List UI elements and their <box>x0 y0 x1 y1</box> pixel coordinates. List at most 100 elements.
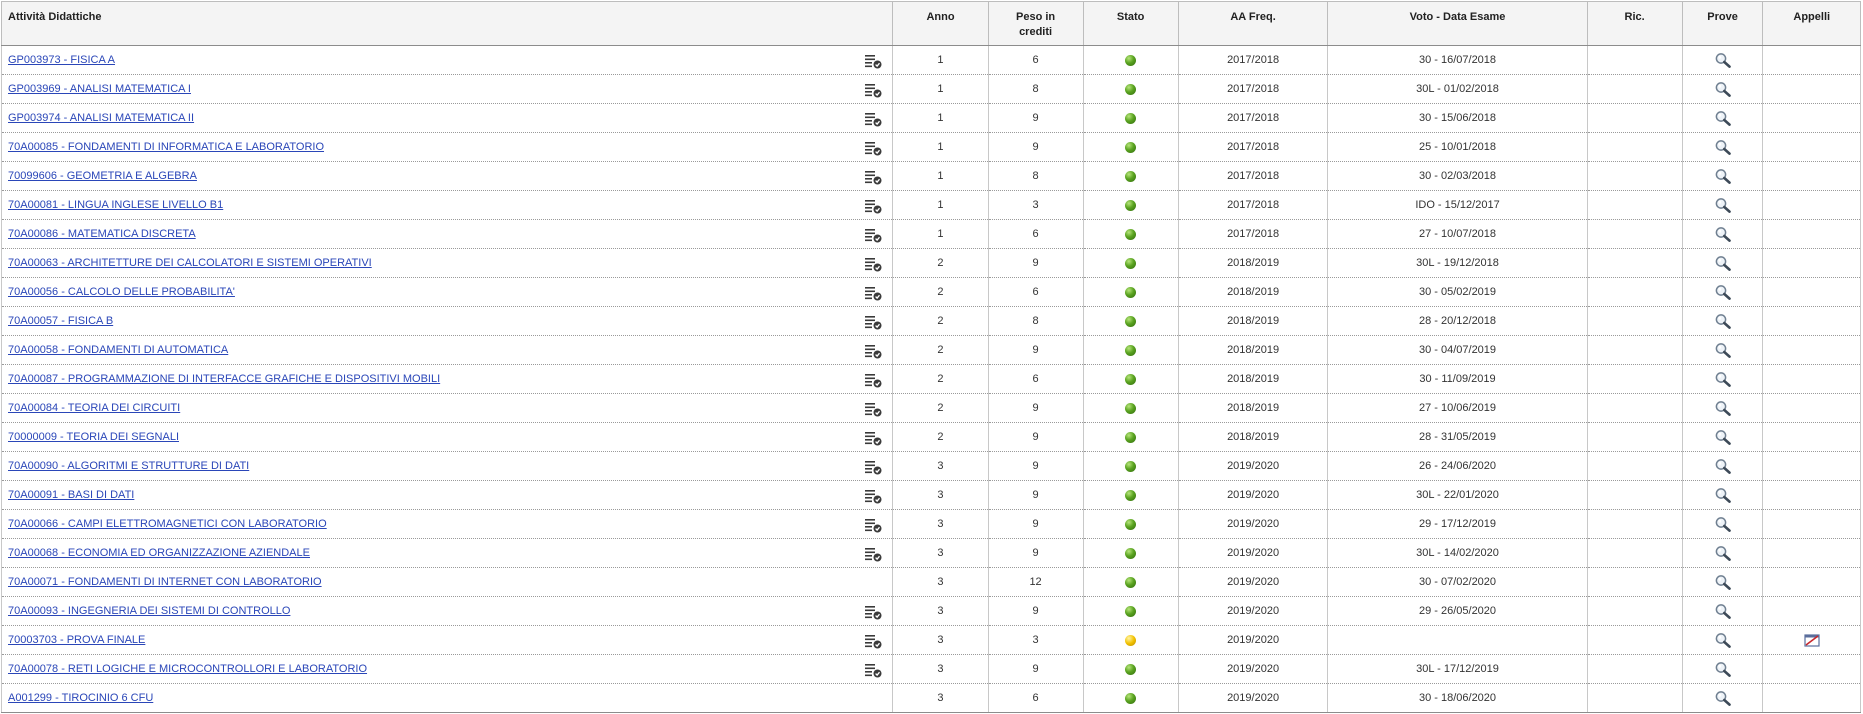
magnifier-icon[interactable] <box>1714 81 1732 97</box>
course-link[interactable]: 70A00086 - MATEMATICA DISCRETA <box>8 228 196 240</box>
status-green-dot-icon <box>1125 83 1137 95</box>
list-check-icon[interactable] <box>864 662 882 678</box>
cell-crediti: 9 <box>987 248 1084 278</box>
course-link[interactable]: 70A00091 - BASI DI DATI <box>8 489 134 501</box>
course-link[interactable]: GP003974 - ANALISI MATEMATICA II <box>8 112 194 124</box>
cell-prove <box>1681 422 1764 452</box>
status-green-dot-icon <box>1125 663 1137 675</box>
table-row: 70A00056 - CALCOLO DELLE PROBABILITA' 2 … <box>0 277 1861 307</box>
cell-course: GP003969 - ANALISI MATEMATICA I <box>0 74 894 104</box>
magnifier-icon[interactable] <box>1714 429 1732 445</box>
cell-appelli <box>1762 364 1861 394</box>
cell-voto: 30 - 07/02/2020 <box>1327 567 1588 597</box>
magnifier-icon[interactable] <box>1714 168 1732 184</box>
course-link[interactable]: 70A00093 - INGEGNERIA DEI SISTEMI DI CON… <box>8 605 290 617</box>
magnifier-icon[interactable] <box>1714 545 1732 561</box>
course-link[interactable]: 70A00066 - CAMPI ELETTROMAGNETICI CON LA… <box>8 518 327 530</box>
list-check-icon[interactable] <box>864 198 882 214</box>
cell-aa-freq: 2019/2020 <box>1177 509 1329 539</box>
cell-course: 70099606 - GEOMETRIA E ALGEBRA <box>0 161 894 191</box>
list-check-icon[interactable] <box>864 488 882 504</box>
course-link[interactable]: 70A00057 - FISICA B <box>8 315 113 327</box>
magnifier-icon[interactable] <box>1714 371 1732 387</box>
course-link[interactable]: 70099606 - GEOMETRIA E ALGEBRA <box>8 170 197 182</box>
course-link[interactable]: 70000009 - TEORIA DEI SEGNALI <box>8 431 179 443</box>
list-check-icon[interactable] <box>864 256 882 272</box>
course-link[interactable]: 70A00078 - RETI LOGICHE E MICROCONTROLLO… <box>8 663 367 675</box>
magnifier-icon[interactable] <box>1714 574 1732 590</box>
magnifier-icon[interactable] <box>1714 487 1732 503</box>
cell-ric <box>1586 625 1683 655</box>
cell-voto: 30L - 22/01/2020 <box>1327 480 1588 510</box>
list-check-icon[interactable] <box>864 517 882 533</box>
list-check-icon[interactable] <box>864 372 882 388</box>
course-link[interactable]: A001299 - TIROCINIO 6 CFU <box>8 692 153 704</box>
course-link[interactable]: 70A00090 - ALGORITMI E STRUTTURE DI DATI <box>8 460 249 472</box>
magnifier-icon[interactable] <box>1714 603 1732 619</box>
magnifier-icon[interactable] <box>1714 342 1732 358</box>
calendar-blocked-icon[interactable] <box>1803 632 1821 648</box>
magnifier-icon[interactable] <box>1714 516 1732 532</box>
cell-prove <box>1681 74 1764 104</box>
list-check-icon[interactable] <box>864 430 882 446</box>
cell-prove <box>1681 248 1764 278</box>
course-link[interactable]: 70A00068 - ECONOMIA ED ORGANIZZAZIONE AZ… <box>8 547 310 559</box>
cell-aa-freq: 2017/2018 <box>1177 161 1329 191</box>
cell-stato <box>1082 509 1179 539</box>
status-green-dot-icon <box>1125 54 1137 66</box>
course-link[interactable]: 70A00058 - FONDAMENTI DI AUTOMATICA <box>8 344 228 356</box>
cell-crediti: 6 <box>987 683 1084 713</box>
list-check-icon[interactable] <box>864 604 882 620</box>
cell-aa-freq: 2017/2018 <box>1177 103 1329 133</box>
list-check-icon[interactable] <box>864 401 882 417</box>
magnifier-icon[interactable] <box>1714 400 1732 416</box>
magnifier-icon[interactable] <box>1714 458 1732 474</box>
cell-crediti: 9 <box>987 422 1084 452</box>
cell-ric <box>1586 335 1683 365</box>
list-check-icon[interactable] <box>864 285 882 301</box>
magnifier-icon[interactable] <box>1714 632 1732 648</box>
header-appelli: Appelli <box>1762 1 1861 46</box>
cell-aa-freq: 2017/2018 <box>1177 190 1329 220</box>
list-check-icon[interactable] <box>864 227 882 243</box>
magnifier-icon[interactable] <box>1714 284 1732 300</box>
list-check-icon[interactable] <box>864 459 882 475</box>
magnifier-icon[interactable] <box>1714 197 1732 213</box>
magnifier-icon[interactable] <box>1714 226 1732 242</box>
course-link[interactable]: 70A00085 - FONDAMENTI DI INFORMATICA E L… <box>8 141 324 153</box>
course-link[interactable]: 70A00056 - CALCOLO DELLE PROBABILITA' <box>8 286 235 298</box>
list-check-icon[interactable] <box>864 140 882 156</box>
course-link[interactable]: GP003973 - FISICA A <box>8 54 115 66</box>
list-check-icon[interactable] <box>864 82 882 98</box>
magnifier-icon[interactable] <box>1714 661 1732 677</box>
list-check-icon[interactable] <box>864 343 882 359</box>
cell-anno: 2 <box>892 306 989 336</box>
cell-anno: 3 <box>892 538 989 568</box>
cell-ric <box>1586 451 1683 481</box>
magnifier-icon[interactable] <box>1714 690 1732 706</box>
magnifier-icon[interactable] <box>1714 313 1732 329</box>
course-link[interactable]: GP003969 - ANALISI MATEMATICA I <box>8 83 191 95</box>
list-check-icon[interactable] <box>864 169 882 185</box>
course-link[interactable]: 70A00071 - FONDAMENTI DI INTERNET CON LA… <box>8 576 322 588</box>
course-link[interactable]: 70A00084 - TEORIA DEI CIRCUITI <box>8 402 180 414</box>
header-ric: Ric. <box>1586 1 1683 46</box>
magnifier-icon[interactable] <box>1714 52 1732 68</box>
list-check-icon[interactable] <box>864 633 882 649</box>
course-link[interactable]: 70003703 - PROVA FINALE <box>8 634 145 646</box>
course-link[interactable]: 70A00081 - LINGUA INGLESE LIVELLO B1 <box>8 199 223 211</box>
cell-stato <box>1082 422 1179 452</box>
cell-course: 70A00068 - ECONOMIA ED ORGANIZZAZIONE AZ… <box>0 538 894 568</box>
cell-stato <box>1082 538 1179 568</box>
course-link[interactable]: 70A00087 - PROGRAMMAZIONE DI INTERFACCE … <box>8 373 440 385</box>
cell-appelli <box>1762 393 1861 423</box>
list-check-icon[interactable] <box>864 111 882 127</box>
list-check-icon[interactable] <box>864 53 882 69</box>
magnifier-icon[interactable] <box>1714 255 1732 271</box>
list-check-icon[interactable] <box>864 546 882 562</box>
magnifier-icon[interactable] <box>1714 110 1732 126</box>
magnifier-icon[interactable] <box>1714 139 1732 155</box>
list-check-icon[interactable] <box>864 314 882 330</box>
course-link[interactable]: 70A00063 - ARCHITETTURE DEI CALCOLATORI … <box>8 257 372 269</box>
cell-crediti: 9 <box>987 480 1084 510</box>
